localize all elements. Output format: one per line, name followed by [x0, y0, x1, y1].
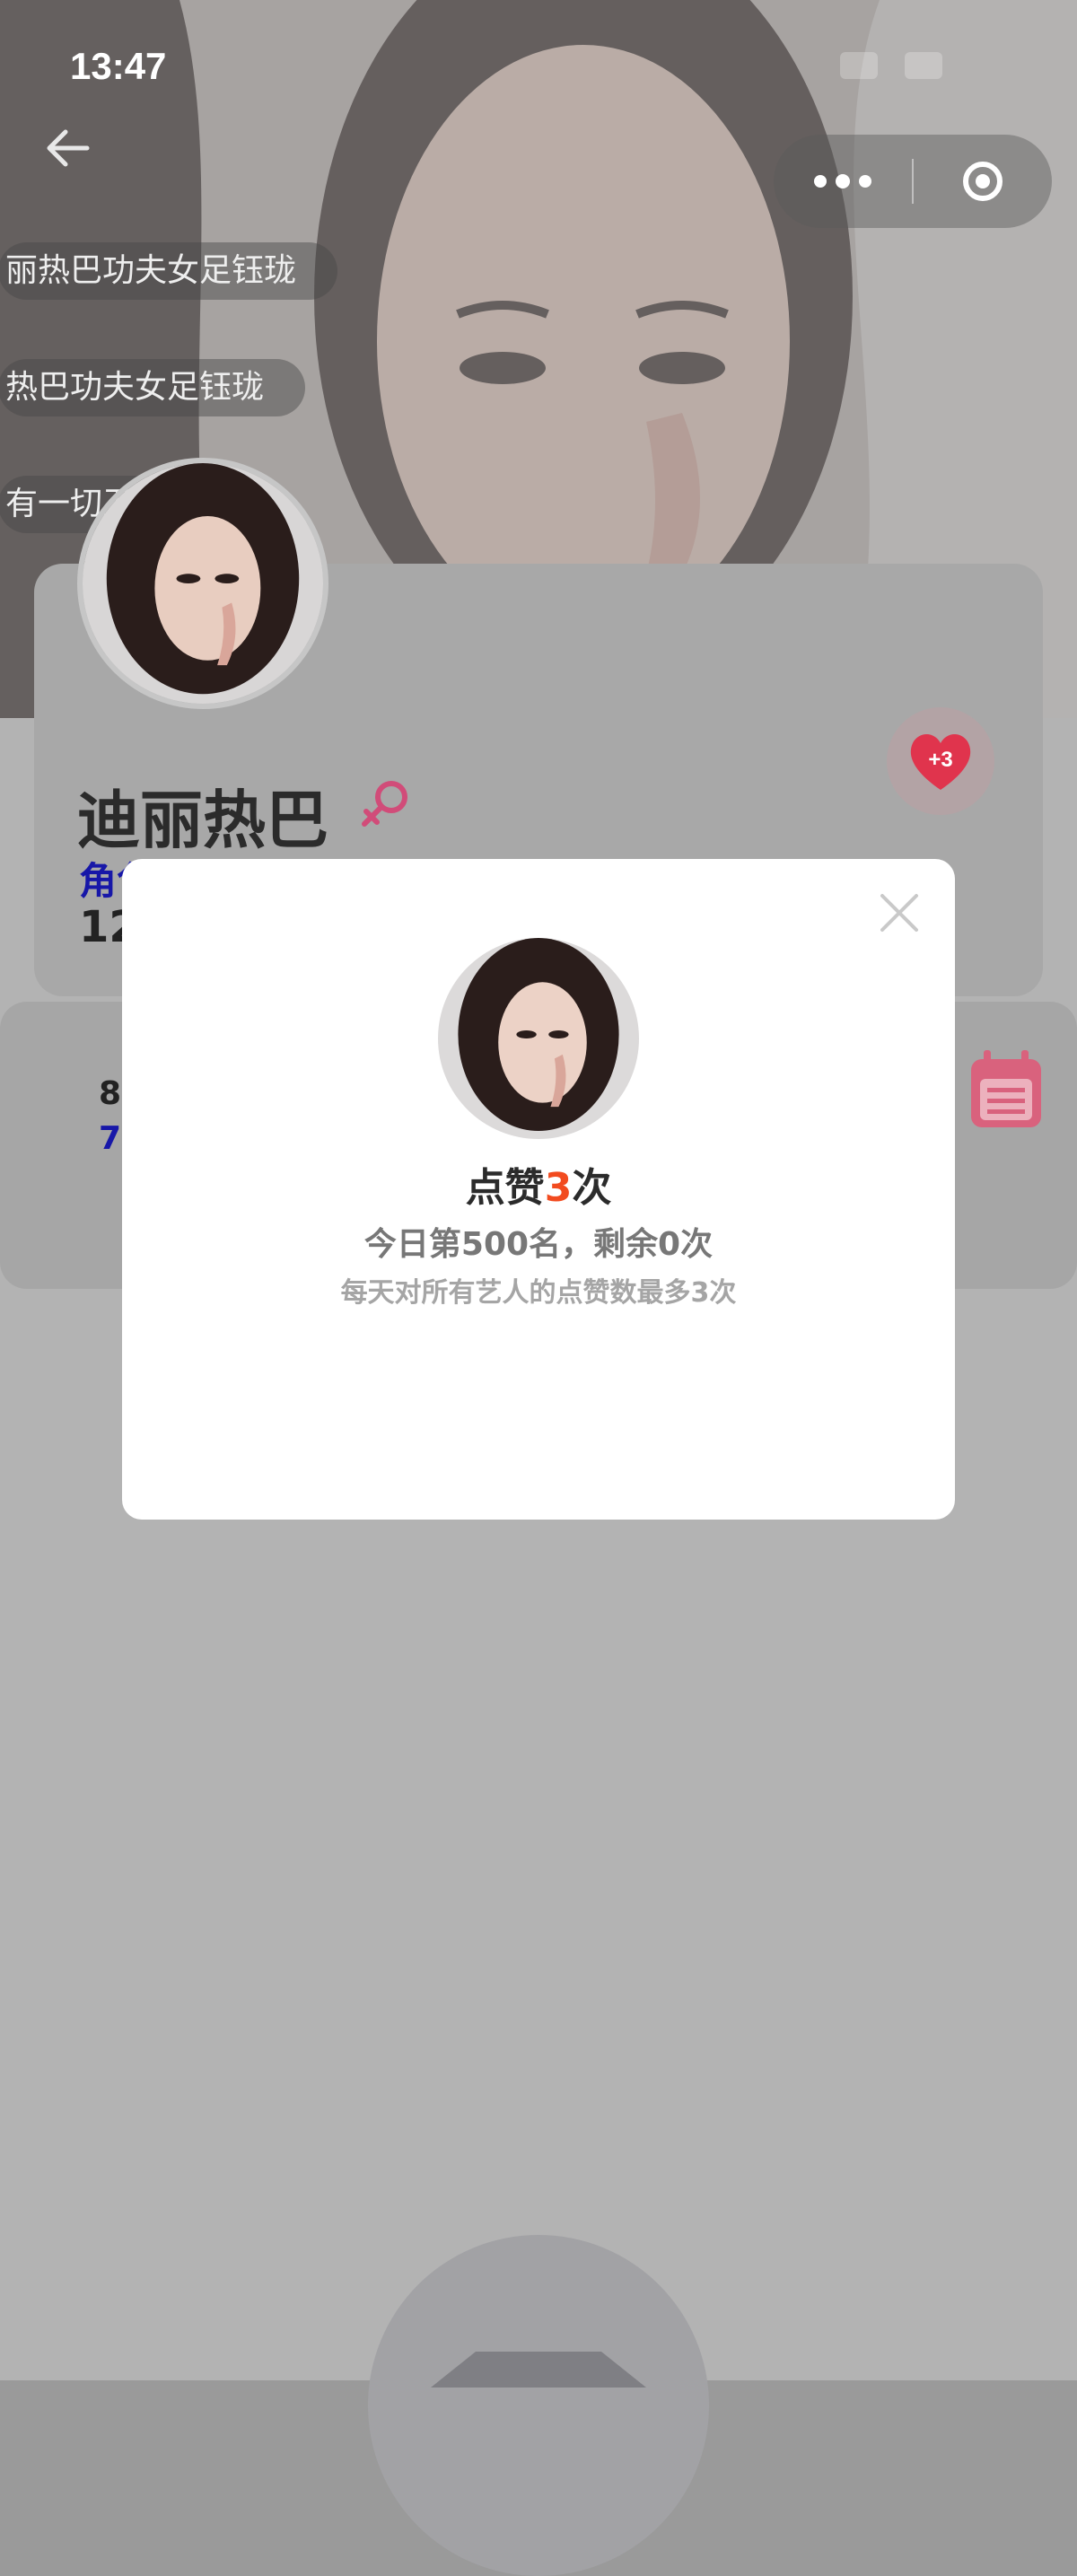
modal-title-suffix: 次 — [572, 1165, 612, 1211]
close-icon — [880, 894, 918, 932]
modal-title: 点赞3次 — [122, 1155, 955, 1213]
modal-avatar-image — [438, 938, 639, 1139]
page: 13:47 丽热巴功夫女足钰珑 热巴功夫女足钰珑 有一切卫 迪丽热巴 12 +3… — [0, 0, 1077, 2576]
modal-title-prefix: 点赞 — [465, 1165, 545, 1211]
like-result-modal: 点赞3次 今日第500名，剩余0次 每天对所有艺人的点赞数最多3次 — [122, 859, 955, 1520]
modal-rank-text: 今日第500名，剩余0次 — [363, 1226, 714, 1263]
close-button[interactable] — [871, 884, 928, 942]
modal-avatar — [438, 938, 639, 1139]
modal-title-count: 3 — [544, 1165, 573, 1211]
modal-note-text: 每天对所有艺人的点赞数最多3次 — [340, 1277, 737, 1309]
